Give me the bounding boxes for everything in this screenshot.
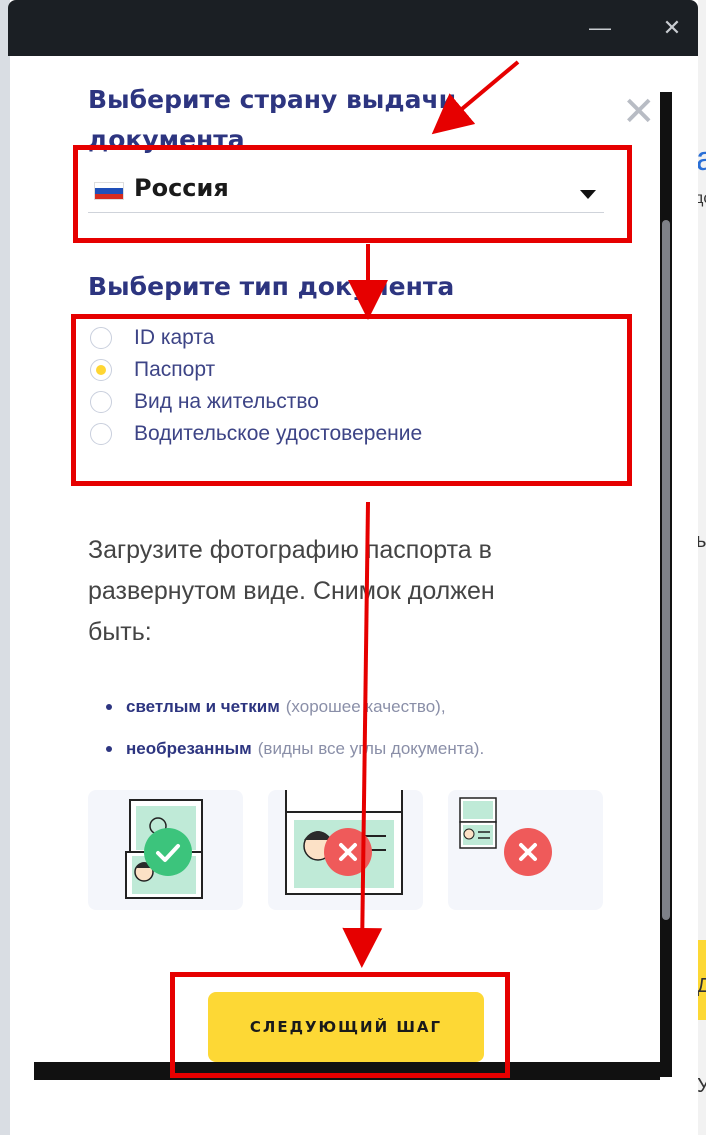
requirement-note: (хорошее качество), (285, 697, 446, 716)
scrollbar-thumb[interactable] (662, 220, 670, 920)
minimize-button[interactable]: — (580, 8, 620, 48)
background-text-fragment: Д (697, 975, 706, 997)
requirements-list: светлым и четким (хорошее качество), нео… (106, 694, 484, 762)
example-card-bad-small (448, 790, 603, 910)
instruction-line: Загрузите фотографию паспорта в (88, 536, 492, 564)
background-text-fragment: У (697, 1075, 706, 1097)
instruction-line: быть: (88, 618, 152, 646)
requirement-bold: светлым и четким (126, 697, 280, 716)
bullet-icon (106, 746, 112, 752)
modal-close-icon[interactable]: ✕ (622, 92, 656, 132)
cross-icon (324, 828, 372, 876)
requirement-item: необрезанным (видны все углы документа). (106, 736, 484, 762)
window-close-button[interactable]: ✕ (652, 8, 692, 48)
annotation-box-country (73, 145, 632, 243)
annotation-box-doc-type (71, 314, 632, 486)
doc-type-heading: Выберите тип документа (88, 272, 455, 301)
requirement-item: светлым и четким (хорошее качество), (106, 694, 484, 720)
bullet-icon (106, 704, 112, 710)
upload-instructions: Загрузите фотографию паспорта в разверну… (88, 530, 495, 653)
check-icon (144, 828, 192, 876)
annotation-box-next-button (170, 972, 510, 1078)
example-card-good (88, 790, 243, 910)
requirement-note: (видны все углы документа). (257, 739, 485, 758)
instruction-line: развернутом виде. Снимок должен (88, 577, 495, 605)
requirement-bold: необрезанным (126, 739, 252, 758)
cross-icon (504, 828, 552, 876)
window-title-bar: — ✕ (8, 0, 698, 56)
country-heading-line1: Выберите страну выдачи (88, 85, 457, 114)
background-app-left-edge (0, 0, 10, 1135)
example-card-bad-cropped (268, 790, 423, 910)
